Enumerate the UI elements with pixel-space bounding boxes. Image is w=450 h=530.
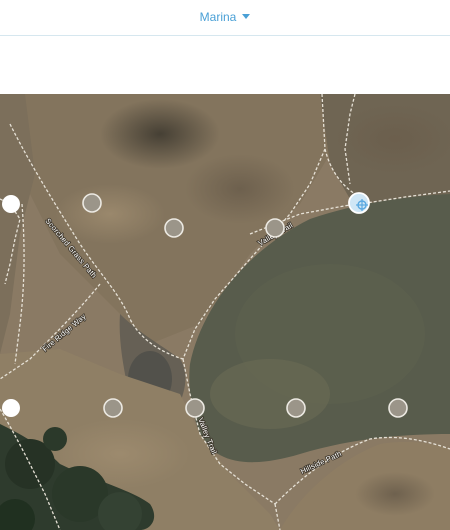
map-marker-white[interactable] — [2, 399, 20, 417]
satellite-map[interactable]: Scorched Grass Path Fire Ridge Way Valle… — [0, 94, 450, 530]
terrain-patch — [355, 472, 435, 516]
terrain-patch — [55, 184, 165, 244]
map-marker[interactable] — [286, 398, 306, 418]
map-marker-selected[interactable] — [348, 192, 370, 214]
app-root: Marina Scorched Grass Path Fire Ridge Wa… — [0, 0, 450, 530]
terrain-patch — [335, 104, 450, 174]
map-canvas[interactable]: Scorched Grass Path Fire Ridge Way Valle… — [0, 94, 450, 530]
terrain-patch — [185, 154, 295, 224]
location-dropdown-label: Marina — [199, 10, 237, 24]
top-bar: Marina — [0, 0, 450, 36]
map-marker-white[interactable] — [2, 195, 20, 213]
location-dropdown[interactable]: Marina — [0, 10, 450, 24]
map-marker[interactable] — [103, 398, 123, 418]
map-marker[interactable] — [185, 398, 205, 418]
map-marker[interactable] — [388, 398, 408, 418]
terrain-shadow — [100, 99, 220, 169]
map-marker[interactable] — [164, 218, 184, 238]
terrain-patch — [210, 359, 330, 429]
map-marker[interactable] — [82, 193, 102, 213]
caret-down-icon — [242, 14, 251, 20]
blank-panel — [0, 37, 450, 94]
tree-cluster — [43, 427, 67, 451]
map-marker[interactable] — [265, 218, 285, 238]
